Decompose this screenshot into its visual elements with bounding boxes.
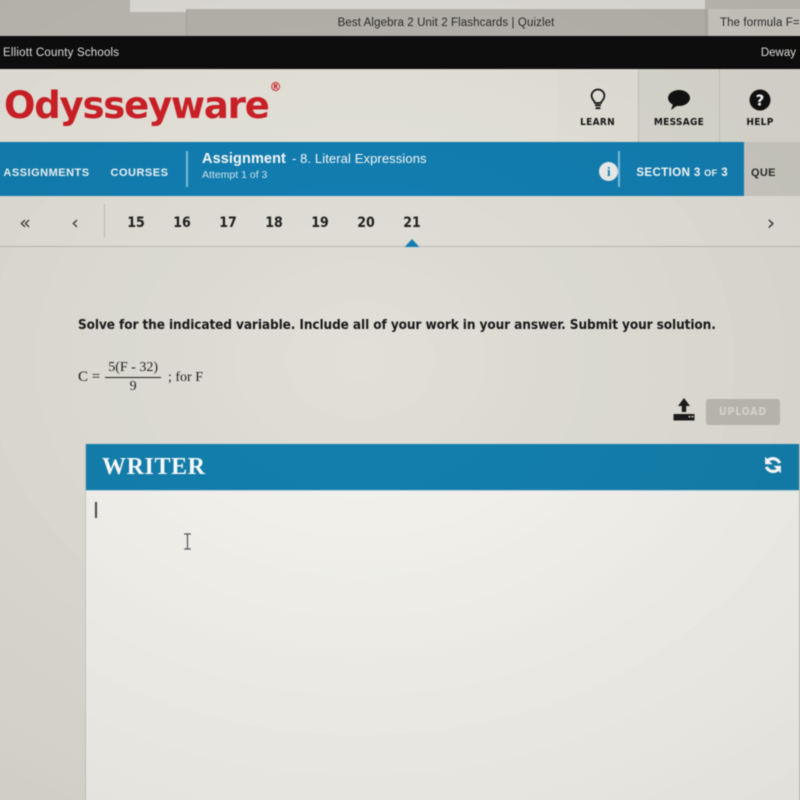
nav-tab-assignments[interactable]: ASSIGNMENTS [0,142,93,196]
header-action-help-label: HELP [746,117,774,128]
pager-number-list: 15 16 17 18 19 20 21 [107,211,742,231]
pager-page-21-active[interactable]: 21 [389,211,435,231]
formula-numerator: 5(F - 32) [105,360,161,379]
question-formula: C = 5(F - 32) 9 ; for F [78,360,203,395]
section-prefix: SECTION 3 [636,167,701,179]
section-of: OF [704,168,718,178]
question-mark-icon: ? [748,87,772,112]
pager-divider [104,204,105,238]
svg-text:?: ? [756,92,765,110]
question-pager: « ‹ 15 16 17 18 19 20 21 › [0,196,800,247]
info-icon[interactable]: i [599,162,619,181]
nav-tab-courses[interactable]: COURSES [93,142,186,196]
pager-next-button[interactable]: › [742,208,800,235]
upload-tray-icon[interactable] [672,397,696,427]
assignment-info: Assignment - 8. Literal Expressions Atte… [188,142,599,196]
assignment-nav-bar: ASSIGNMENTS COURSES Assignment - 8. Lite… [0,142,800,196]
lightbulb-icon [589,87,607,112]
formula-suffix: ; for F [168,369,203,385]
text-caret [95,502,97,518]
pager-page-18[interactable]: 18 [251,211,297,231]
formula-denominator: 9 [129,379,137,395]
header-action-message-label: MESSAGE [653,117,705,128]
pager-prev-button[interactable]: ‹ [50,208,100,234]
section-indicator: SECTION 3 OF 3 [620,142,744,196]
assignment-name: - 8. Literal Expressions [292,151,427,166]
brand-logo-text: Odysseyware [4,84,270,127]
pager-page-15[interactable]: 15 [113,211,159,231]
registered-trademark-icon: ® [269,79,282,94]
question-content-area: Solve for the indicated variable. Includ… [0,247,800,800]
question-prompt: Solve for the indicated variable. Includ… [78,317,716,333]
writer-title: WRITER [102,453,206,480]
speech-bubble-icon [666,87,692,112]
pager-page-19[interactable]: 19 [297,211,343,231]
pager-page-20[interactable]: 20 [343,211,389,231]
bookmark-bar: Elliott County Schools Deway [0,36,800,69]
nav-tab-queue[interactable]: QUE [744,142,800,196]
bookmark-deway[interactable]: Deway [761,47,796,59]
writer-panel: WRITER [85,444,800,800]
formula-lhs: C = [78,369,101,386]
writer-text-editor[interactable] [86,490,799,800]
writer-header: WRITER [86,444,799,490]
header-action-message[interactable]: MESSAGE [638,69,719,142]
pager-page-16[interactable]: 16 [159,211,205,231]
browser-tab-secondary[interactable]: The formula F=9 [707,9,800,36]
header-action-learn[interactable]: LEARN [557,69,638,142]
brand-logo[interactable]: Odysseyware® [0,69,557,142]
pager-first-button[interactable]: « [0,208,50,234]
browser-tab-active[interactable]: Best Algebra 2 Unit 2 Flashcards | Quizl… [186,9,706,36]
upload-button[interactable]: UPLOAD [706,399,780,425]
app-header: Odysseyware® LEARN MESSAGE ? HELP [0,69,800,142]
pager-page-17[interactable]: 17 [205,211,251,231]
header-action-learn-label: LEARN [580,117,615,128]
browser-tabstrip: Best Algebra 2 Unit 2 Flashcards | Quizl… [0,0,800,36]
photographed-screen: Best Algebra 2 Unit 2 Flashcards | Quizl… [0,0,800,800]
mouse-cursor-ibeam [183,533,192,550]
section-total: 3 [721,167,728,179]
upload-controls: UPLOAD [672,397,780,427]
refresh-icon[interactable] [761,453,785,482]
header-action-help[interactable]: ? HELP [719,69,800,142]
bookmark-elliott-county-schools[interactable]: Elliott County Schools [0,47,119,59]
assignment-label: Assignment [202,151,286,167]
formula-fraction: 5(F - 32) 9 [105,360,161,395]
assignment-attempt: Attempt 1 of 3 [202,169,268,181]
